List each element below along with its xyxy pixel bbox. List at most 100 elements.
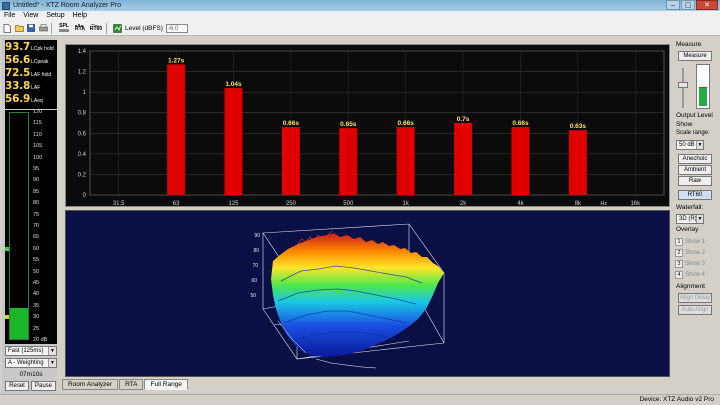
overlay-show-4[interactable]: 4 Show 4 <box>675 270 717 279</box>
menu-bar: File View Setup Help <box>0 11 720 21</box>
readout-laf-hold: 72.5 LAF hold <box>5 67 57 79</box>
show-label: Show 4 <box>685 271 706 278</box>
waterfall-z-tick-label: 70 <box>252 263 258 269</box>
x-tick-label: 500 <box>343 201 354 207</box>
scale-range-value: 50 dB <box>679 142 695 148</box>
rt60-button[interactable]: RT60 <box>678 190 712 200</box>
signal-generator-icon[interactable] <box>112 23 122 33</box>
tab-room-analyzer[interactable]: Room Analyzer <box>62 379 119 390</box>
rta-mode-label: RTA <box>75 26 85 32</box>
meter-tick-label: 35 <box>33 302 40 309</box>
y-tick-label: 0.2 <box>78 172 87 178</box>
overlay-show-2[interactable]: 2 Show 2 <box>675 248 717 257</box>
rta-mode-button[interactable]: RTA <box>73 23 87 33</box>
readout-value: 56.9 <box>5 93 31 105</box>
minimize-button[interactable]: – <box>666 0 680 10</box>
output-level-label: Output Level <box>676 112 713 119</box>
x-tick-label: 16k <box>630 201 641 207</box>
toolbar: SPL RTA RT60 Level (dBFS) -6.0 <box>0 21 720 36</box>
x-tick-label: 31.5 <box>113 201 125 207</box>
output-level-meter <box>696 64 710 109</box>
tab-full-range[interactable]: Full Range <box>144 379 188 390</box>
measure-label: Measure <box>676 41 702 48</box>
meter-tick-label: 85 <box>33 188 40 195</box>
waterfall-plot: 90 80 70 60 50 <box>65 210 670 377</box>
level-input[interactable]: -6.0 <box>165 23 188 33</box>
print-icon[interactable] <box>38 23 48 33</box>
show-number: 2 <box>675 248 683 257</box>
speed-select[interactable]: Fast (125ms) ▼ <box>5 346 57 356</box>
menu-setup[interactable]: Setup <box>42 11 68 21</box>
ambient-button[interactable]: Ambient <box>678 165 712 175</box>
auto-align-button[interactable]: Auto Align <box>678 305 712 315</box>
readout-value: 33.8 <box>5 80 31 92</box>
scale-range-select[interactable]: 50 dB ▼ <box>676 140 704 150</box>
show-label: Show 3 <box>685 260 706 267</box>
y-tick-label: 0.6 <box>78 131 87 137</box>
rt60-mode-label: RT60 <box>89 26 103 32</box>
rt60-mode-button[interactable]: RT60 <box>89 23 103 33</box>
waterfall-z-axis: 90 80 70 60 50 <box>250 233 260 299</box>
readout-lcpeak: 56.6 LCpeak <box>5 54 57 66</box>
menu-file[interactable]: File <box>0 11 19 21</box>
overlay-show-1[interactable]: 1 Show 1 <box>675 237 717 246</box>
window-title: Untitled* - XTZ Room Analyzer Pro <box>13 2 122 9</box>
measure-button[interactable]: Measure <box>678 51 712 61</box>
meter-tick-label: 55 <box>33 257 40 264</box>
spl-mode-button[interactable]: SPL <box>57 23 71 33</box>
open-folder-icon[interactable] <box>14 23 24 33</box>
title-bar: Untitled* - XTZ Room Analyzer Pro – ▢ ✕ <box>0 0 720 11</box>
close-button[interactable]: ✕ <box>696 0 718 10</box>
weighting-select[interactable]: A - Weighting ▼ <box>5 358 57 368</box>
meter-tick-label: 50 <box>33 268 40 275</box>
show-label: Show <box>676 121 693 128</box>
show-number: 3 <box>675 259 683 268</box>
bar-data-label: 0.66s <box>398 120 415 127</box>
y-tick-label: 0 <box>83 193 87 199</box>
pause-button[interactable]: Pause <box>31 381 56 391</box>
speed-value: Fast (125ms) <box>8 348 44 354</box>
x-tick-label: 250 <box>286 201 297 207</box>
meter-yellow-marker <box>5 315 9 320</box>
menu-view[interactable]: View <box>19 11 42 21</box>
y-tick-label: 0.4 <box>78 152 87 158</box>
waterfall-z-tick-label: 80 <box>253 248 259 254</box>
view-tabs: Room Analyzer RTA Full Range <box>62 379 188 390</box>
meter-tick-label: 60 <box>33 245 40 252</box>
right-panel: Measure Measure Output Level Show Scale … <box>672 38 718 394</box>
overlay-show-3[interactable]: 3 Show 3 <box>675 259 717 268</box>
x-tick-label: 2k <box>460 201 467 207</box>
waterfall-select[interactable]: 3D (R) ▼ <box>676 214 704 224</box>
new-document-icon[interactable] <box>2 23 12 33</box>
tab-rta[interactable]: RTA <box>119 379 144 390</box>
raw-button[interactable]: Raw <box>678 176 712 186</box>
left-panel: 93.7 LCpk hold 56.6 LCpeak 72.5 LAF hold… <box>2 38 57 394</box>
menu-help[interactable]: Help <box>69 11 91 21</box>
readout-value: 72.5 <box>5 67 31 79</box>
bar-data-label: 1.27s <box>168 57 185 64</box>
bar <box>454 123 473 195</box>
align-delay-button[interactable]: Align Delay <box>678 293 712 303</box>
show-number: 1 <box>675 237 683 246</box>
reset-button[interactable]: Reset <box>5 381 29 391</box>
y-tick-label: 1 <box>83 90 87 96</box>
bar-data-label: 0.65s <box>340 121 357 128</box>
level-meter-scale: 120 115 110 105 100 95 90 85 80 75 70 65 60 55 50 45 40 3… <box>33 109 57 344</box>
x-tick-label: 63 <box>173 201 180 207</box>
meter-tick-label: 115 <box>33 120 42 127</box>
output-level-slider[interactable] <box>678 68 688 108</box>
x-tick-label: 4k <box>517 201 524 207</box>
bar-data-label: 0.66s <box>512 120 529 127</box>
readout-label: LAF <box>31 85 41 91</box>
y-tick-label: 1.4 <box>78 49 87 55</box>
chevron-down-icon: ▼ <box>696 141 703 149</box>
overlay-label: Overlay <box>676 226 699 233</box>
meter-tick-label: 105 <box>33 143 43 150</box>
anechoic-button[interactable]: Anechoic <box>678 154 712 164</box>
rt60-chart-svg: 0 0.2 0.4 0.6 0.8 1 1.2 1.4 31.5 63 1.27s 125 1.04s 2… <box>78 49 665 207</box>
readout-laf: 33.8 LAF <box>5 80 57 92</box>
meter-tick-label: 95 <box>33 166 40 172</box>
app-icon <box>2 1 10 10</box>
save-icon[interactable] <box>26 23 36 33</box>
maximize-button[interactable]: ▢ <box>681 0 695 10</box>
